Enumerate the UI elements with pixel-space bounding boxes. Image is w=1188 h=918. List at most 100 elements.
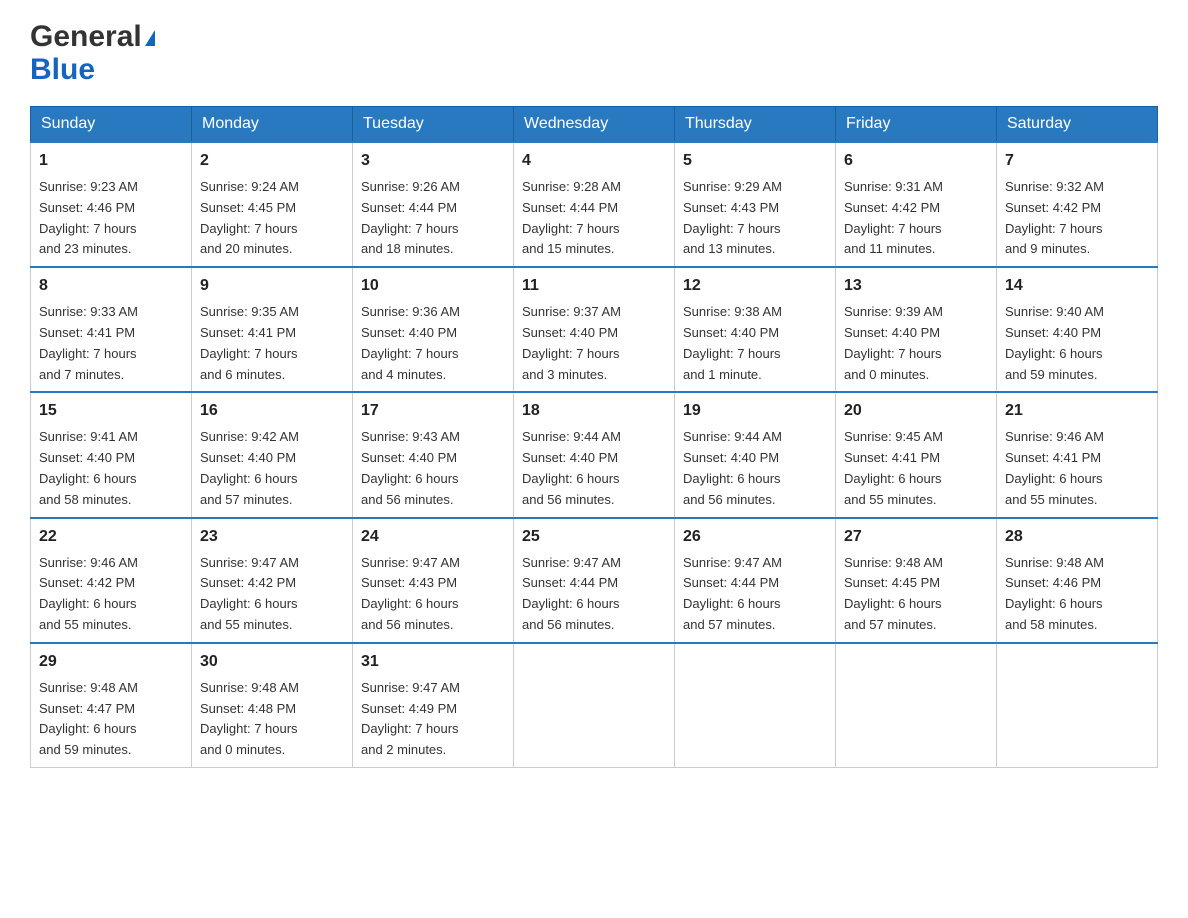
calendar-cell: 24 Sunrise: 9:47 AMSunset: 4:43 PMDayligh…: [353, 518, 514, 643]
day-info: Sunrise: 9:38 AMSunset: 4:40 PMDaylight:…: [683, 304, 782, 381]
day-info: Sunrise: 9:41 AMSunset: 4:40 PMDaylight:…: [39, 429, 138, 506]
weekday-header-friday: Friday: [836, 107, 997, 143]
calendar-cell: 29Sunrise: 9:48 AMSunset: 4:47 PMDayligh…: [31, 643, 192, 768]
weekday-header-tuesday: Tuesday: [353, 107, 514, 143]
day-info: Sunrise: 9:46 AMSunset: 4:41 PMDaylight:…: [1005, 429, 1104, 506]
day-number: 14: [1005, 274, 1149, 298]
calendar-cell: 19 Sunrise: 9:44 AMSunset: 4:40 PMDayligh…: [675, 392, 836, 517]
day-info: Sunrise: 9:46 AMSunset: 4:42 PMDaylight:…: [39, 555, 138, 632]
day-info: Sunrise: 9:29 AMSunset: 4:43 PMDaylight:…: [683, 179, 782, 256]
weekday-header-row: SundayMondayTuesdayWednesdayThursdayFrid…: [31, 107, 1158, 143]
day-number: 25: [522, 525, 666, 549]
calendar-cell: 30 Sunrise: 9:48 AMSunset: 4:48 PMDayligh…: [192, 643, 353, 768]
day-info: Sunrise: 9:23 AMSunset: 4:46 PMDaylight:…: [39, 179, 138, 256]
calendar-cell: 6Sunrise: 9:31 AMSunset: 4:42 PMDaylight…: [836, 142, 997, 267]
calendar-cell: 15Sunrise: 9:41 AMSunset: 4:40 PMDayligh…: [31, 392, 192, 517]
day-info: Sunrise: 9:37 AMSunset: 4:40 PMDaylight:…: [522, 304, 621, 381]
day-number: 21: [1005, 399, 1149, 423]
calendar-cell: 22 Sunrise: 9:46 AMSunset: 4:42 PMDayligh…: [31, 518, 192, 643]
calendar-cell: [836, 643, 997, 768]
day-number: 7: [1005, 149, 1149, 173]
week-row-1: 1 Sunrise: 9:23 AMSunset: 4:46 PMDaylight…: [31, 142, 1158, 267]
calendar-cell: 11 Sunrise: 9:37 AMSunset: 4:40 PMDayligh…: [514, 267, 675, 392]
day-number: 3: [361, 149, 505, 173]
calendar-table: SundayMondayTuesdayWednesdayThursdayFrid…: [30, 106, 1158, 768]
calendar-cell: 1 Sunrise: 9:23 AMSunset: 4:46 PMDaylight…: [31, 142, 192, 267]
weekday-header-thursday: Thursday: [675, 107, 836, 143]
day-info: Sunrise: 9:48 AMSunset: 4:46 PMDaylight:…: [1005, 555, 1104, 632]
calendar-cell: 2 Sunrise: 9:24 AMSunset: 4:45 PMDaylight…: [192, 142, 353, 267]
calendar-cell: 27 Sunrise: 9:48 AMSunset: 4:45 PMDayligh…: [836, 518, 997, 643]
calendar-cell: 7 Sunrise: 9:32 AMSunset: 4:42 PMDaylight…: [997, 142, 1158, 267]
calendar-cell: 10 Sunrise: 9:36 AMSunset: 4:40 PMDayligh…: [353, 267, 514, 392]
day-number: 29: [39, 650, 183, 674]
calendar-cell: 8Sunrise: 9:33 AMSunset: 4:41 PMDaylight…: [31, 267, 192, 392]
weekday-header-wednesday: Wednesday: [514, 107, 675, 143]
calendar-cell: 23 Sunrise: 9:47 AMSunset: 4:42 PMDayligh…: [192, 518, 353, 643]
weekday-header-saturday: Saturday: [997, 107, 1158, 143]
weekday-header-monday: Monday: [192, 107, 353, 143]
calendar-cell: 26 Sunrise: 9:47 AMSunset: 4:44 PMDayligh…: [675, 518, 836, 643]
day-number: 17: [361, 399, 505, 423]
day-number: 18: [522, 399, 666, 423]
day-number: 1: [39, 149, 183, 173]
day-number: 9: [200, 274, 344, 298]
day-number: 27: [844, 525, 988, 549]
calendar-cell: 21 Sunrise: 9:46 AMSunset: 4:41 PMDayligh…: [997, 392, 1158, 517]
day-number: 23: [200, 525, 344, 549]
day-info: Sunrise: 9:44 AMSunset: 4:40 PMDaylight:…: [522, 429, 621, 506]
day-number: 5: [683, 149, 827, 173]
calendar-cell: 18 Sunrise: 9:44 AMSunset: 4:40 PMDayligh…: [514, 392, 675, 517]
calendar-cell: 3Sunrise: 9:26 AMSunset: 4:44 PMDaylight…: [353, 142, 514, 267]
day-info: Sunrise: 9:47 AMSunset: 4:44 PMDaylight:…: [522, 555, 621, 632]
calendar-cell: 17 Sunrise: 9:43 AMSunset: 4:40 PMDayligh…: [353, 392, 514, 517]
day-info: Sunrise: 9:31 AMSunset: 4:42 PMDaylight:…: [844, 179, 943, 256]
week-row-2: 8Sunrise: 9:33 AMSunset: 4:41 PMDaylight…: [31, 267, 1158, 392]
day-info: Sunrise: 9:47 AMSunset: 4:44 PMDaylight:…: [683, 555, 782, 632]
logo: General Blue: [30, 20, 155, 86]
calendar-cell: 25 Sunrise: 9:47 AMSunset: 4:44 PMDayligh…: [514, 518, 675, 643]
day-info: Sunrise: 9:43 AMSunset: 4:40 PMDaylight:…: [361, 429, 460, 506]
day-number: 22: [39, 525, 183, 549]
calendar-cell: 13Sunrise: 9:39 AMSunset: 4:40 PMDayligh…: [836, 267, 997, 392]
day-number: 24: [361, 525, 505, 549]
day-number: 19: [683, 399, 827, 423]
calendar-cell: 20Sunrise: 9:45 AMSunset: 4:41 PMDayligh…: [836, 392, 997, 517]
calendar-cell: [675, 643, 836, 768]
day-info: Sunrise: 9:44 AMSunset: 4:40 PMDaylight:…: [683, 429, 782, 506]
day-info: Sunrise: 9:47 AMSunset: 4:43 PMDaylight:…: [361, 555, 460, 632]
calendar-cell: [997, 643, 1158, 768]
day-info: Sunrise: 9:48 AMSunset: 4:45 PMDaylight:…: [844, 555, 943, 632]
day-info: Sunrise: 9:47 AMSunset: 4:49 PMDaylight:…: [361, 680, 460, 757]
day-info: Sunrise: 9:39 AMSunset: 4:40 PMDaylight:…: [844, 304, 943, 381]
day-number: 11: [522, 274, 666, 298]
calendar-cell: 28 Sunrise: 9:48 AMSunset: 4:46 PMDayligh…: [997, 518, 1158, 643]
calendar-cell: 9Sunrise: 9:35 AMSunset: 4:41 PMDaylight…: [192, 267, 353, 392]
day-number: 2: [200, 149, 344, 173]
calendar-cell: 5 Sunrise: 9:29 AMSunset: 4:43 PMDaylight…: [675, 142, 836, 267]
day-info: Sunrise: 9:28 AMSunset: 4:44 PMDaylight:…: [522, 179, 621, 256]
day-info: Sunrise: 9:48 AMSunset: 4:48 PMDaylight:…: [200, 680, 299, 757]
day-info: Sunrise: 9:47 AMSunset: 4:42 PMDaylight:…: [200, 555, 299, 632]
calendar-cell: 12 Sunrise: 9:38 AMSunset: 4:40 PMDayligh…: [675, 267, 836, 392]
day-number: 20: [844, 399, 988, 423]
day-info: Sunrise: 9:24 AMSunset: 4:45 PMDaylight:…: [200, 179, 299, 256]
day-info: Sunrise: 9:42 AMSunset: 4:40 PMDaylight:…: [200, 429, 299, 506]
day-number: 12: [683, 274, 827, 298]
calendar-cell: 4 Sunrise: 9:28 AMSunset: 4:44 PMDaylight…: [514, 142, 675, 267]
page-header: General Blue: [30, 20, 1158, 86]
day-number: 4: [522, 149, 666, 173]
day-info: Sunrise: 9:40 AMSunset: 4:40 PMDaylight:…: [1005, 304, 1104, 381]
day-number: 10: [361, 274, 505, 298]
day-number: 30: [200, 650, 344, 674]
calendar-cell: [514, 643, 675, 768]
week-row-3: 15Sunrise: 9:41 AMSunset: 4:40 PMDayligh…: [31, 392, 1158, 517]
logo-blue-text: Blue: [30, 53, 95, 86]
day-number: 28: [1005, 525, 1149, 549]
calendar-cell: 14 Sunrise: 9:40 AMSunset: 4:40 PMDayligh…: [997, 267, 1158, 392]
day-info: Sunrise: 9:36 AMSunset: 4:40 PMDaylight:…: [361, 304, 460, 381]
week-row-4: 22 Sunrise: 9:46 AMSunset: 4:42 PMDayligh…: [31, 518, 1158, 643]
day-info: Sunrise: 9:32 AMSunset: 4:42 PMDaylight:…: [1005, 179, 1104, 256]
day-number: 26: [683, 525, 827, 549]
day-info: Sunrise: 9:33 AMSunset: 4:41 PMDaylight:…: [39, 304, 138, 381]
